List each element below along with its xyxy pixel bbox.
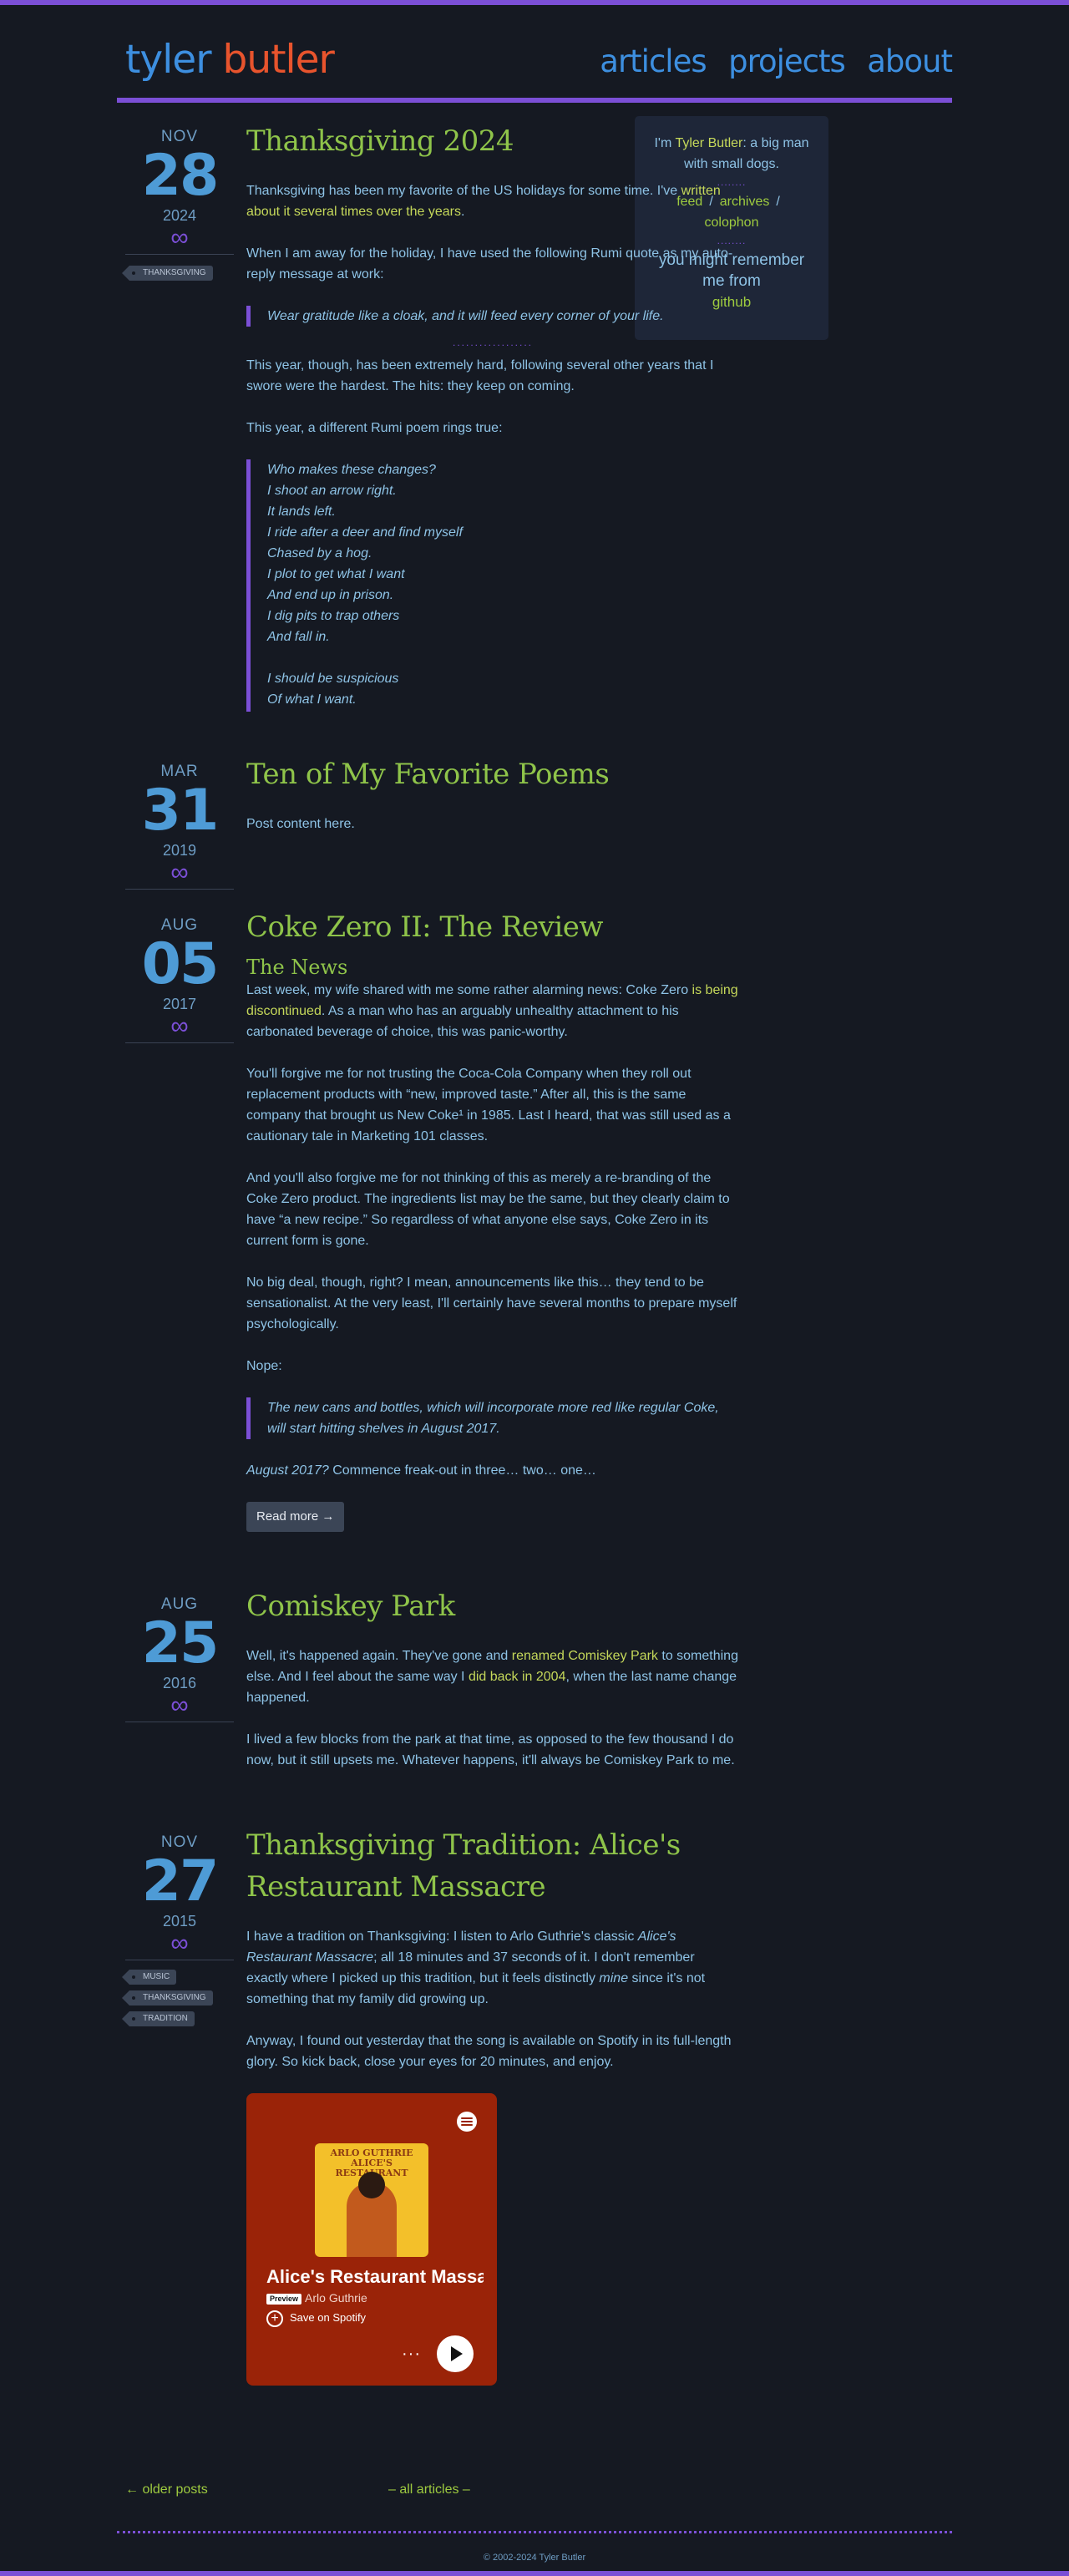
tag-music[interactable]: MUSIC: [121, 1970, 177, 1985]
post-paragraph: I lived a few blocks from the park at th…: [246, 1732, 735, 1767]
site-name-first: tyler: [125, 37, 212, 83]
permalink-icon[interactable]: ∞: [125, 1693, 234, 1718]
post-paragraph: Thanksgiving has been my favorite of the…: [246, 184, 721, 219]
save-on-spotify-button[interactable]: + Save on Spotify: [266, 2309, 366, 2327]
more-options-icon[interactable]: ···: [402, 2344, 421, 2365]
post-quote: Wear gratitude like a cloak, and it will…: [246, 306, 739, 327]
post-paragraph: No big deal, though, right? I mean, anno…: [246, 1275, 737, 1331]
post-date: AUG 25 2016 ∞: [125, 1595, 234, 1722]
spotify-embed[interactable]: ARLO GUTHRIE ALICE'S RESTAURANT Alice's …: [246, 2093, 497, 2386]
play-button[interactable]: [437, 2335, 474, 2372]
post-comiskey-park: Comiskey Park Well, it's happened again.…: [246, 1585, 739, 1771]
post-title[interactable]: Comiskey Park: [246, 1585, 739, 1627]
post-favorite-poems: Ten of My Favorite Poems Post content he…: [246, 753, 739, 834]
post-coke-zero: Coke Zero II: The Review The News Last w…: [246, 906, 739, 1532]
post-paragraph: When I am away for the holiday, I have u…: [246, 246, 733, 281]
post-paragraph: Nope:: [246, 1359, 282, 1373]
tag-thanksgiving[interactable]: THANKSGIVING: [122, 266, 213, 281]
older-posts-link[interactable]: ← older posts: [125, 2479, 208, 2500]
artist-name[interactable]: Arlo Guthrie: [305, 2291, 367, 2305]
plus-icon: +: [266, 2310, 283, 2327]
post-paragraph: Post content here.: [246, 817, 355, 831]
copyright: © 2002-2024 Tyler Butler: [483, 2553, 586, 2563]
post-paragraph: I have a tradition on Thanksgiving: I li…: [246, 1929, 706, 2006]
main-nav: articles projects about: [581, 42, 953, 82]
post-paragraph: This year, a different Rumi poem rings t…: [246, 421, 503, 435]
post-thanksgiving-2024: Thanksgiving 2024 Thanksgiving has been …: [246, 120, 739, 712]
post-title[interactable]: Thanksgiving Tradition: Alice's Restaura…: [246, 1824, 739, 1908]
nav-about[interactable]: about: [867, 43, 953, 79]
post-quote: The new cans and bottles, which will inc…: [246, 1397, 739, 1439]
post-poem: Who makes these changes? I shoot an arro…: [246, 459, 739, 712]
post-paragraph: Anyway, I found out yesterday that the s…: [246, 2034, 732, 2069]
footer-divider: [117, 2531, 952, 2533]
permalink-icon[interactable]: ∞: [125, 1014, 234, 1039]
read-more-button[interactable]: Read more →: [246, 1502, 345, 1532]
post-date: NOV 27 2015 ∞: [125, 1833, 234, 1960]
post-title[interactable]: Thanksgiving 2024: [246, 120, 739, 162]
track-title[interactable]: Alice's Restaurant Massacree: [266, 2265, 484, 2289]
post-paragraph: Last week, my wife shared with me some r…: [246, 983, 738, 1039]
post-date: AUG 05 2017 ∞: [125, 915, 234, 1043]
post-paragraph: You'll forgive me for not trusting the C…: [246, 1067, 731, 1143]
all-articles-link[interactable]: – all articles –: [388, 2479, 470, 2500]
tag-tradition[interactable]: TRADITION: [122, 2011, 195, 2026]
post-paragraph: And you'll also forgive me for not think…: [246, 1171, 730, 1248]
nav-projects[interactable]: projects: [728, 43, 846, 79]
post-subheading: The News: [246, 956, 348, 979]
post-tags: THANKSGIVING: [122, 266, 213, 287]
post-date: MAR 31 2019 ∞: [125, 762, 234, 890]
section-divider: ..................: [452, 337, 533, 348]
post-date: NOV 28 2024 ∞: [125, 127, 234, 255]
preview-badge: Preview: [266, 2294, 302, 2305]
site-header: tyler butler articles projects about: [117, 5, 953, 103]
tag-thanksgiving[interactable]: THANKSGIVING: [122, 1990, 213, 2006]
post-paragraph: Well, it's happened again. They've gone …: [246, 1649, 738, 1705]
post-tags: MUSIC THANKSGIVING TRADITION: [121, 1970, 213, 2032]
nav-articles[interactable]: articles: [600, 43, 707, 79]
site-name-last: butler: [222, 37, 335, 83]
site-logo[interactable]: tyler butler: [125, 35, 335, 85]
post-title[interactable]: Ten of My Favorite Poems: [246, 753, 739, 795]
post-alices-restaurant: Thanksgiving Tradition: Alice's Restaura…: [246, 1824, 739, 2386]
post-link[interactable]: renamed Comiskey Park: [512, 1649, 658, 1663]
post-paragraph: This year, though, has been extremely ha…: [246, 358, 714, 393]
permalink-icon[interactable]: ∞: [125, 1931, 234, 1956]
post-title[interactable]: Coke Zero II: The Review: [246, 906, 739, 948]
spotify-icon[interactable]: [457, 2112, 477, 2132]
permalink-icon[interactable]: ∞: [125, 860, 234, 885]
permalink-icon[interactable]: ∞: [125, 226, 234, 251]
album-cover: ARLO GUTHRIE ALICE'S RESTAURANT: [315, 2143, 428, 2257]
post-paragraph: August 2017? Commence freak-out in three…: [246, 1463, 596, 1478]
post-link[interactable]: did back in 2004: [469, 1670, 566, 1684]
